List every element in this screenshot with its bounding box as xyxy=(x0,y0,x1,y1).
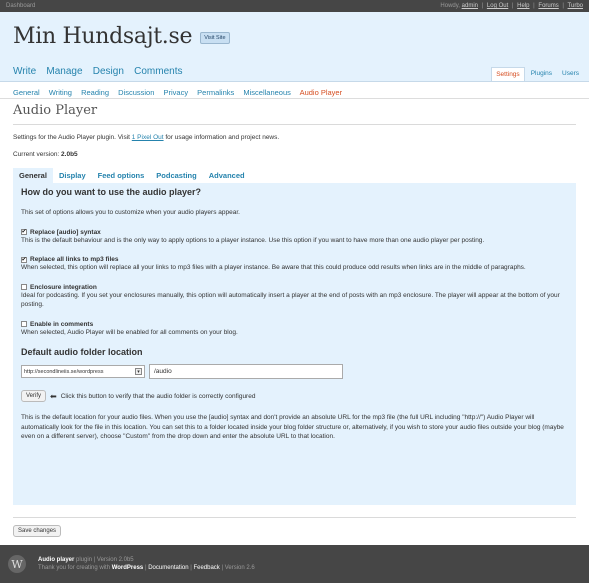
footer-wordpress-link[interactable]: WordPress xyxy=(112,565,144,571)
nav-comments[interactable]: Comments xyxy=(134,66,182,81)
footer-documentation-link[interactable]: Documentation xyxy=(148,565,188,571)
help-link[interactable]: Help xyxy=(517,3,529,9)
verify-button[interactable]: Verify xyxy=(21,390,47,402)
settings-tabs: General Display Feed options Podcasting … xyxy=(13,168,576,183)
current-version: Current version: 2.0b5 xyxy=(13,151,78,158)
plugin-description: Settings for the Audio Player plugin. Vi… xyxy=(13,134,280,141)
general-panel: How do you want to use the audio player?… xyxy=(13,183,576,505)
folder-heading: Default audio folder location xyxy=(21,347,143,357)
nav-design[interactable]: Design xyxy=(93,66,124,81)
nav-users[interactable]: Users xyxy=(558,67,583,81)
footer-plugin-name[interactable]: Audio player xyxy=(38,557,74,563)
one-pixel-out-link[interactable]: 1 Pixel Out xyxy=(132,134,164,141)
footer-feedback-link[interactable]: Feedback xyxy=(193,565,219,571)
visit-site-button[interactable]: Visit Site xyxy=(200,32,230,44)
audio-folder-input[interactable]: /audio xyxy=(149,364,343,379)
subnav-miscellaneous[interactable]: Miscellaneous xyxy=(243,88,291,97)
turbo-link[interactable]: Turbo xyxy=(568,3,583,9)
subnav-reading[interactable]: Reading xyxy=(81,88,109,97)
user-links: Howdy, admin | Log Out | Help | Forums |… xyxy=(440,3,583,9)
logout-link[interactable]: Log Out xyxy=(487,3,508,9)
chevron-down-icon: ▾ xyxy=(135,368,142,375)
nav-write[interactable]: Write xyxy=(13,66,36,81)
footer-version: Version 2.6 xyxy=(224,565,255,571)
verify-hint: Click this button to verify that the aud… xyxy=(60,392,256,400)
usage-heading: How do you want to use the audio player? xyxy=(21,187,202,197)
option-enable-comments: Enable in comments When selected, Audio … xyxy=(21,320,238,336)
tab-general[interactable]: General xyxy=(13,168,53,183)
option-enclosure-integration: Enclosure integration Ideal for podcasti… xyxy=(21,283,560,308)
option-replace-mp3-links: ✔ Replace all links to mp3 files When sel… xyxy=(21,256,526,271)
enclosure-integration-checkbox[interactable] xyxy=(21,284,27,290)
subnav-general[interactable]: General xyxy=(13,88,40,97)
admin-footer: W Audio player plugin | Version 2.0b5 Th… xyxy=(0,545,589,583)
enable-comments-checkbox[interactable] xyxy=(21,321,27,327)
wordpress-logo-icon: W xyxy=(8,555,26,573)
folder-description: This is the default location for your au… xyxy=(21,414,564,440)
admin-topbar: Dashboard Howdy, admin | Log Out | Help … xyxy=(0,0,589,12)
nav-settings[interactable]: Settings xyxy=(491,67,525,81)
site-title: Min Hundsajt.se xyxy=(13,24,193,49)
save-changes-button[interactable]: Save changes xyxy=(13,525,62,537)
subnav-privacy[interactable]: Privacy xyxy=(163,88,188,97)
replace-mp3-links-checkbox[interactable]: ✔ xyxy=(21,256,27,263)
nav-plugins[interactable]: Plugins xyxy=(527,67,556,81)
main-navigation: Write Manage Design Comments Settings Pl… xyxy=(0,64,589,82)
subnav-writing[interactable]: Writing xyxy=(49,88,72,97)
site-header: Min Hundsajt.se Visit Site xyxy=(0,12,589,64)
tab-display[interactable]: Display xyxy=(53,168,92,183)
folder-base-select[interactable]: http://secondlineiis.se/wordpress ▾ xyxy=(21,365,145,378)
settings-subnav: General Writing Reading Discussion Priva… xyxy=(0,82,589,99)
option-replace-audio-syntax: ✔ Replace [audio] syntax This is the defa… xyxy=(21,228,485,244)
arrow-left-icon: ⬅ xyxy=(50,391,57,401)
subnav-permalinks[interactable]: Permalinks xyxy=(197,88,234,97)
subnav-discussion[interactable]: Discussion xyxy=(118,88,154,97)
subnav-audio-player[interactable]: Audio Player xyxy=(300,88,343,97)
page-title: Audio Player xyxy=(13,103,576,125)
user-link[interactable]: admin xyxy=(462,3,478,9)
replace-audio-syntax-checkbox[interactable]: ✔ xyxy=(21,229,27,235)
tab-advanced[interactable]: Advanced xyxy=(203,168,251,183)
forums-link[interactable]: Forums xyxy=(538,3,558,9)
dashboard-label: Dashboard xyxy=(6,3,36,9)
usage-intro: This set of options allows you to custom… xyxy=(21,209,240,216)
nav-manage[interactable]: Manage xyxy=(46,66,82,81)
tab-feed-options[interactable]: Feed options xyxy=(92,168,151,183)
tab-podcasting[interactable]: Podcasting xyxy=(150,168,202,183)
